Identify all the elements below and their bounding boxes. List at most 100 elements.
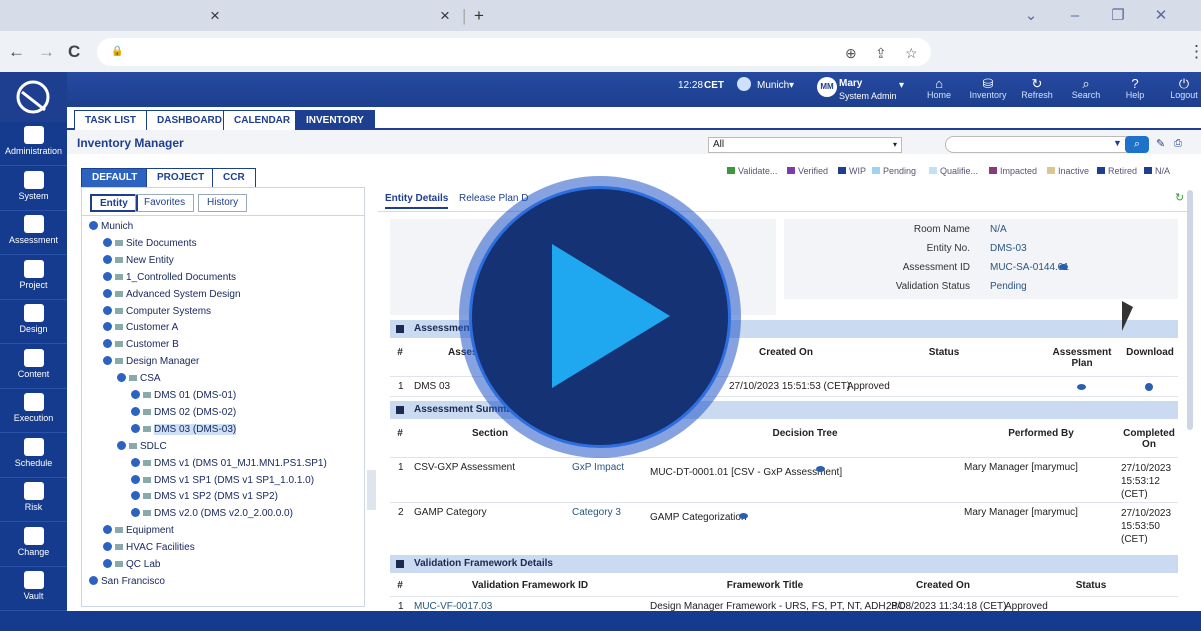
- expand-icon[interactable]: [117, 373, 126, 383]
- sidebar-item-assessment[interactable]: Assessment: [0, 211, 67, 255]
- print-icon[interactable]: ⎙: [1174, 138, 1182, 149]
- refresh-icon[interactable]: ↻: [1175, 191, 1184, 204]
- avatar[interactable]: MM: [817, 77, 837, 97]
- cell-tree[interactable]: GAMP Categorization: [650, 512, 747, 523]
- share-icon[interactable]: ⇪: [875, 45, 887, 62]
- tree-item[interactable]: QC Lab: [103, 559, 160, 570]
- expand-icon[interactable]: [103, 525, 112, 535]
- expand-icon[interactable]: [89, 221, 98, 230]
- tree-item[interactable]: Design Manager: [103, 356, 199, 367]
- tree-item[interactable]: DMS 01 (DMS-01): [131, 390, 236, 401]
- user-name[interactable]: Mary: [839, 78, 862, 89]
- tree-item[interactable]: Customer B: [103, 339, 179, 350]
- filter-icon[interactable]: ▼: [1113, 138, 1122, 148]
- tree-item[interactable]: San Francisco: [89, 575, 165, 587]
- sidebar-item-content[interactable]: Content: [0, 345, 67, 389]
- expand-icon[interactable]: [103, 542, 112, 552]
- menu-icon[interactable]: ⋮: [1188, 42, 1201, 62]
- sidebar-item-design[interactable]: Design: [0, 300, 67, 344]
- sidebar-item-administration[interactable]: Administration: [0, 122, 67, 166]
- tree-item[interactable]: DMS 03 (DMS-03): [131, 423, 237, 435]
- tab-ccr[interactable]: CCR: [212, 168, 256, 187]
- expand-icon[interactable]: [103, 559, 112, 568]
- eye-icon[interactable]: [1077, 384, 1086, 390]
- tab-entity-details[interactable]: Entity Details: [385, 193, 449, 209]
- eye-icon[interactable]: [816, 466, 825, 472]
- sidebar-item-risk[interactable]: Risk: [0, 478, 67, 522]
- collapse-handle[interactable]: [367, 470, 376, 510]
- scrollbar[interactable]: [1187, 190, 1193, 430]
- search-button[interactable]: ⌕ Search: [1063, 76, 1109, 100]
- sidebar-item-project[interactable]: Project: [0, 256, 67, 300]
- tab-task-list[interactable]: TASK LIST: [74, 110, 147, 130]
- tab-default[interactable]: DEFAULT: [81, 168, 149, 187]
- expand-icon[interactable]: [103, 356, 112, 366]
- star-icon[interactable]: ☆: [905, 45, 918, 62]
- address-bar[interactable]: 🔒 ⊕ ⇪ ☆: [97, 38, 931, 66]
- cell-tree[interactable]: MUC-DT-0001.01 [CSV - GxP Assessment]: [650, 467, 842, 478]
- tree-item[interactable]: SDLC: [117, 440, 167, 452]
- expand-icon[interactable]: [103, 288, 112, 298]
- tree-item[interactable]: Customer A: [103, 322, 178, 333]
- tab-project[interactable]: PROJECT: [146, 168, 216, 187]
- chevron-down-icon[interactable]: ▾: [899, 80, 904, 91]
- help-button[interactable]: ? Help: [1112, 76, 1158, 100]
- tab-close-icon[interactable]: ×: [440, 0, 450, 31]
- expand-icon[interactable]: [131, 508, 140, 518]
- search-button[interactable]: ⌕: [1125, 136, 1149, 153]
- logout-button[interactable]: ⏻ Logout: [1161, 76, 1201, 100]
- sidebar-item-system[interactable]: System: [0, 167, 67, 211]
- tree-item[interactable]: Advanced System Design: [103, 288, 241, 300]
- expand-icon[interactable]: [103, 322, 112, 332]
- tab-entity[interactable]: Entity: [90, 194, 138, 212]
- home-button[interactable]: ⌂ Home: [916, 76, 962, 100]
- sidebar-item-change[interactable]: Change: [0, 523, 67, 567]
- tree-item[interactable]: New Entity: [103, 254, 174, 266]
- tree-item[interactable]: Munich: [89, 221, 133, 232]
- expand-icon[interactable]: [131, 457, 140, 467]
- zoom-icon[interactable]: ⊕: [845, 45, 857, 62]
- expand-icon[interactable]: [131, 491, 140, 501]
- refresh-button[interactable]: ↻ Refresh: [1014, 76, 1060, 100]
- tab-dashboard[interactable]: DASHBOARD: [146, 110, 233, 130]
- sidebar-item-vault[interactable]: Vault: [0, 567, 67, 611]
- maximize-button[interactable]: ❐: [1098, 0, 1138, 31]
- sidebar-item-schedule[interactable]: Schedule: [0, 434, 67, 478]
- inventory-button[interactable]: ⛁ Inventory: [965, 76, 1011, 100]
- expand-icon[interactable]: [103, 254, 112, 264]
- expand-icon[interactable]: [103, 339, 112, 349]
- app-logo[interactable]: [0, 72, 67, 122]
- download-icon[interactable]: [1145, 383, 1153, 391]
- eye-icon[interactable]: [739, 513, 748, 519]
- tree-item[interactable]: HVAC Facilities: [103, 542, 195, 553]
- chevron-down-icon[interactable]: ⌄: [1011, 0, 1051, 31]
- close-window-button[interactable]: ✕: [1141, 0, 1181, 31]
- expand-icon[interactable]: [117, 440, 126, 450]
- tree-item[interactable]: DMS v1 SP2 (DMS v1 SP2): [131, 491, 278, 502]
- tree-item[interactable]: Computer Systems: [103, 305, 211, 317]
- tab-calendar[interactable]: CALENDAR: [223, 110, 302, 130]
- eye-icon[interactable]: [1059, 264, 1068, 270]
- tab-favorites[interactable]: Favorites: [135, 194, 195, 212]
- expand-icon[interactable]: [131, 390, 140, 399]
- tree-item[interactable]: CSA: [117, 373, 161, 384]
- expand-icon[interactable]: [131, 474, 140, 484]
- reload-icon[interactable]: C: [68, 42, 80, 62]
- tab-history[interactable]: History: [198, 194, 248, 212]
- chevron-down-icon[interactable]: ▾: [789, 80, 794, 91]
- tab-inventory[interactable]: INVENTORY: [295, 110, 375, 130]
- edit-icon[interactable]: ✎: [1156, 137, 1165, 150]
- filter-select[interactable]: All ▾: [708, 137, 902, 153]
- expand-icon[interactable]: [89, 575, 98, 585]
- forward-icon[interactable]: →: [38, 42, 55, 62]
- tree-item[interactable]: Equipment: [103, 525, 174, 536]
- expand-icon[interactable]: [103, 271, 112, 281]
- tab-close-icon[interactable]: ×: [210, 0, 220, 31]
- expand-icon[interactable]: [131, 423, 140, 433]
- new-tab-button[interactable]: +: [474, 0, 484, 31]
- tree-item[interactable]: DMS v1 SP1 (DMS v1 SP1_1.0.1.0): [131, 474, 314, 486]
- sidebar-item-execution[interactable]: Execution: [0, 389, 67, 433]
- expand-icon[interactable]: [131, 406, 140, 416]
- minimize-button[interactable]: –: [1055, 0, 1095, 31]
- back-icon[interactable]: ←: [8, 42, 25, 62]
